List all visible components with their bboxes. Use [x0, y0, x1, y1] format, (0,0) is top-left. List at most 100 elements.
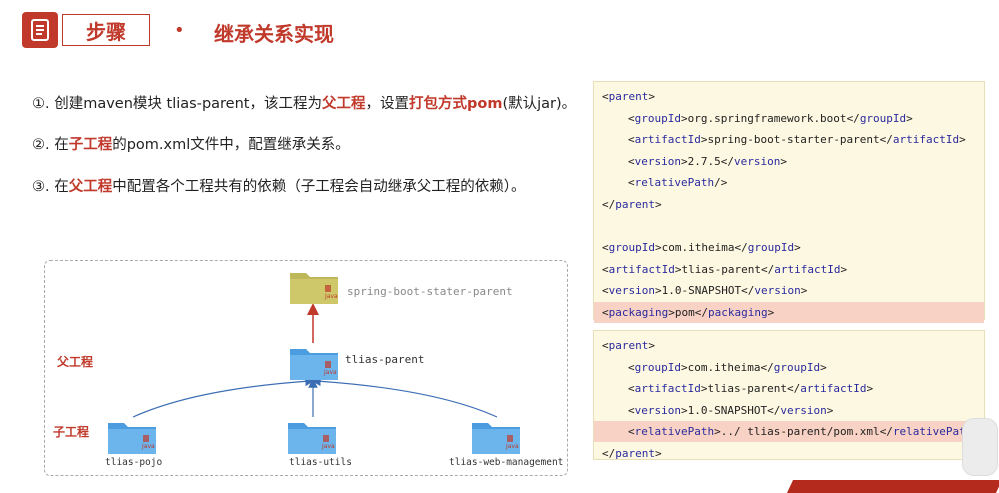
code-line: <groupId>com.itheima</groupId> [594, 357, 984, 378]
code-line: </parent> [594, 443, 984, 464]
step-text-segment: 在 [49, 179, 69, 195]
java-label: Java [323, 369, 337, 376]
code-token: < [628, 133, 635, 147]
code-token: relativePath [892, 425, 973, 439]
step-item-2: ②. 在子工程的pom.xml文件中，配置继承关系。 [32, 133, 350, 154]
step-text-segment: 子工程 [68, 137, 113, 153]
code-token: com.itheima [687, 360, 761, 374]
code-token: groupId [747, 241, 795, 255]
code-token: parent [615, 198, 655, 211]
code-line: <artifactId>tlias-parent</artifactId> [594, 259, 984, 280]
code-token: groupId [634, 360, 681, 374]
code-token: > [680, 360, 688, 374]
step-text-segment: (默认jar)。 [502, 96, 577, 112]
code-token: </ [720, 154, 734, 168]
title-bullet: • [174, 20, 185, 41]
code-token: < [602, 339, 609, 352]
code-token: > [655, 198, 662, 211]
code-token: </ [760, 360, 774, 374]
parent-pom-code: <parent> <groupId>org.springframework.boo… [593, 81, 985, 323]
code-token: </ [694, 306, 708, 319]
code-token: </ [602, 198, 616, 211]
footer-banner [786, 480, 999, 493]
code-token: version [634, 403, 681, 417]
code-token: artifactId [634, 133, 701, 147]
code-token: < [628, 403, 635, 417]
code-token: /> [714, 176, 728, 190]
code-token: > [794, 241, 801, 255]
spring-parent-label: spring-boot-stater-parent [347, 285, 513, 298]
child-arrow-pojo [132, 376, 315, 418]
code-token: artifactId [800, 382, 867, 396]
code-token: 2.7.5 [687, 154, 721, 168]
java-label: Java [324, 293, 338, 300]
code-line: <artifactId>spring-boot-starter-parent</… [594, 129, 984, 150]
code-token: > [820, 360, 827, 374]
step-text-segment: 的pom.xml文件中，配置继承关系。 [112, 137, 350, 153]
scroll-handle[interactable] [962, 418, 998, 476]
code-token: > [826, 403, 834, 417]
code-token: version [780, 403, 827, 417]
code-token: > [680, 111, 688, 125]
code-token: version [608, 284, 655, 298]
code-token: </ [786, 382, 801, 396]
code-token: spring-boot-starter-parent [707, 133, 880, 147]
code-token: < [602, 90, 609, 103]
code-line: <artifactId>tlias-parent</artifactId> [594, 378, 984, 399]
code-line: <parent> [594, 335, 984, 356]
code-line: <packaging>pom</packaging> [594, 302, 984, 323]
code-token: 1.0-SNAPSHOT [687, 403, 768, 417]
code-token: groupId [773, 360, 821, 374]
code-token: > [800, 284, 808, 298]
code-token: tlias-parent [707, 382, 787, 396]
code-token: parent [608, 90, 649, 103]
code-token: </ [760, 262, 775, 276]
java-label: Java [321, 443, 335, 450]
inheritance-diagram: Java spring-boot-stater-parent Java tlia… [44, 260, 568, 476]
slide-header: 步骤 • 继承关系实现 [22, 12, 382, 52]
code-token: packaging [608, 306, 669, 319]
tlias-web-management-label: tlias-web-management [449, 457, 564, 468]
code-token: version [733, 154, 781, 168]
code-line: <version>1.0-SNAPSHOT</version> [594, 400, 984, 421]
child-pom-code: <parent> <groupId>com.itheima</groupId> <a… [593, 330, 985, 460]
code-line: <parent> [594, 86, 984, 107]
code-token: > [680, 403, 688, 417]
document-icon [22, 12, 58, 48]
code-token: tlias-parent [681, 262, 761, 276]
java-label: Java [141, 443, 155, 450]
step-item-1: ①. 创建maven模块 tlias-parent，该工程为父工程，设置打包方式… [32, 92, 576, 113]
code-token: < [628, 382, 635, 396]
code-token: version [754, 284, 801, 298]
code-token: </ [846, 111, 860, 125]
code-token: </ [767, 403, 781, 417]
code-token: < [628, 111, 635, 125]
child-arrow-web [311, 376, 498, 418]
step-number: ②. [32, 137, 50, 153]
code-token: </ [879, 425, 893, 439]
code-token: > [654, 284, 662, 298]
code-token: < [602, 306, 609, 319]
code-token: artifactId [634, 382, 701, 396]
code-token: pom [674, 306, 695, 319]
code-token: artifactId [774, 262, 841, 276]
tlias-parent-label: tlias-parent [345, 353, 425, 366]
code-token: groupId [859, 111, 907, 125]
step-label: 步骤 [62, 14, 150, 46]
code-token: parent [615, 447, 655, 460]
code-token: < [602, 241, 609, 255]
page-title: 继承关系实现 [214, 22, 334, 46]
code-token: > [959, 133, 966, 147]
code-token: artifactId [892, 133, 960, 147]
code-token: packaging [707, 306, 768, 319]
java-label: Java [505, 443, 519, 450]
code-token: < [628, 176, 635, 190]
code-token: parent [608, 339, 649, 352]
code-token: artifactId [608, 262, 675, 276]
code-token: > [714, 425, 721, 439]
code-token: < [602, 262, 609, 276]
code-line: <groupId>org.springframework.boot</group… [594, 108, 984, 129]
code-token: > [866, 382, 874, 396]
code-token: com.itheima [661, 241, 735, 255]
